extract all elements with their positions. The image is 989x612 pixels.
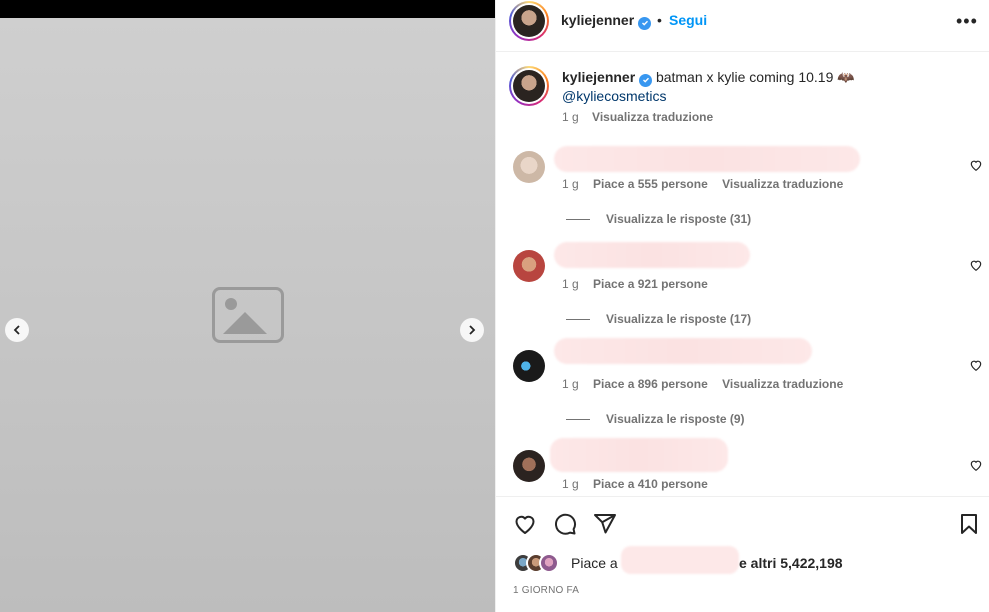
media-top-bar — [0, 0, 495, 18]
post-timestamp[interactable]: 1 GIORNO FA — [513, 585, 579, 596]
comment-text-redacted — [554, 338, 812, 364]
post-media — [0, 0, 495, 612]
view-replies-link[interactable]: Visualizza le risposte (9) — [566, 412, 745, 426]
comment-meta: 1 g Piace a 555 persone Visualizza tradu… — [562, 177, 854, 191]
post-header: kyliejenner • Segui ••• — [496, 0, 989, 52]
comment-translate-link[interactable]: Visualizza traduzione — [722, 177, 843, 191]
post-image-placeholder — [0, 18, 495, 612]
comment-heart-icon[interactable] — [969, 458, 983, 472]
paper-plane-icon — [594, 514, 616, 534]
caption-time: 1 g — [562, 110, 579, 124]
comment-avatar[interactable] — [513, 350, 545, 382]
comment-time: 1 g — [562, 177, 579, 191]
chevron-left-icon — [13, 325, 20, 335]
liker-name-redacted — [621, 546, 739, 574]
verified-badge-icon — [638, 16, 652, 30]
caption-username[interactable]: kyliejenner — [562, 69, 635, 85]
comment-text-redacted — [550, 438, 728, 472]
comment-likes[interactable]: Piace a 921 persone — [593, 277, 708, 291]
verified-badge-icon — [639, 73, 653, 87]
comment-meta: 1 g Piace a 410 persone — [562, 477, 719, 491]
caption-body: batman x kylie coming 10.19 🦇 — [655, 69, 855, 85]
heart-icon — [515, 515, 535, 534]
post-sidebar: kyliejenner • Segui ••• kyliejenner batm… — [495, 0, 989, 612]
comment-icon — [555, 513, 576, 535]
author-avatar[interactable] — [509, 1, 549, 41]
view-replies-link[interactable]: Visualizza le risposte (31) — [566, 212, 751, 226]
header-separator: • — [657, 12, 662, 28]
replies-divider — [566, 419, 590, 421]
liker-avatar — [539, 553, 559, 573]
comment-time: 1 g — [562, 377, 579, 391]
comment-avatar[interactable] — [513, 151, 545, 183]
comment-time: 1 g — [562, 477, 579, 491]
chevron-right-icon — [469, 325, 476, 335]
view-replies-label[interactable]: Visualizza le risposte (31) — [606, 212, 751, 226]
more-options-icon[interactable]: ••• — [956, 11, 978, 32]
comment-text-redacted — [554, 146, 860, 172]
carousel-next-button[interactable] — [460, 318, 484, 342]
view-replies-link[interactable]: Visualizza le risposte (17) — [566, 312, 751, 326]
comment-heart-icon[interactable] — [969, 158, 983, 172]
caption-translate-link[interactable]: Visualizza traduzione — [592, 110, 713, 124]
caption-text: kyliejenner batman x kylie coming 10.19 … — [562, 68, 972, 106]
share-button[interactable] — [593, 512, 617, 536]
follow-button[interactable]: Segui — [669, 12, 707, 28]
comment-translate-link[interactable]: Visualizza traduzione — [722, 377, 843, 391]
view-replies-label[interactable]: Visualizza le risposte (9) — [606, 412, 745, 426]
likes-count-link[interactable]: e altri 5,422,198 — [739, 555, 843, 571]
bookmark-icon — [961, 514, 977, 534]
post-actions: Piace a e altri 5,422,198 1 GIORNO FA — [496, 496, 989, 612]
comment-heart-icon[interactable] — [969, 358, 983, 372]
comment-time: 1 g — [562, 277, 579, 291]
replies-divider — [566, 219, 590, 221]
caption-mention-link[interactable]: @kyliecosmetics — [562, 88, 666, 104]
comment-button[interactable] — [553, 512, 577, 536]
comment-likes[interactable]: Piace a 555 persone — [593, 177, 708, 191]
comment-meta: 1 g Piace a 921 persone — [562, 277, 719, 291]
replies-divider — [566, 319, 590, 321]
image-placeholder-icon — [211, 287, 284, 343]
likes-prefix: Piace a — [571, 555, 618, 571]
comment-avatar[interactable] — [513, 250, 545, 282]
comment-avatar[interactable] — [513, 450, 545, 482]
caption-avatar[interactable] — [509, 66, 549, 106]
author-username[interactable]: kyliejenner — [561, 12, 634, 28]
comment-likes[interactable]: Piace a 896 persone — [593, 377, 708, 391]
liked-by-avatars[interactable] — [513, 552, 559, 574]
comment-meta: 1 g Piace a 896 persone Visualizza tradu… — [562, 377, 854, 391]
comment-heart-icon[interactable] — [969, 258, 983, 272]
comment-likes[interactable]: Piace a 410 persone — [593, 477, 708, 491]
like-button[interactable] — [513, 512, 537, 536]
carousel-prev-button[interactable] — [5, 318, 29, 342]
comment-text-redacted — [554, 242, 750, 268]
save-button[interactable] — [957, 512, 981, 536]
author-username-link[interactable]: kyliejenner — [561, 12, 652, 30]
caption-meta: 1 g Visualizza traduzione — [562, 110, 723, 124]
view-replies-label[interactable]: Visualizza le risposte (17) — [606, 312, 751, 326]
